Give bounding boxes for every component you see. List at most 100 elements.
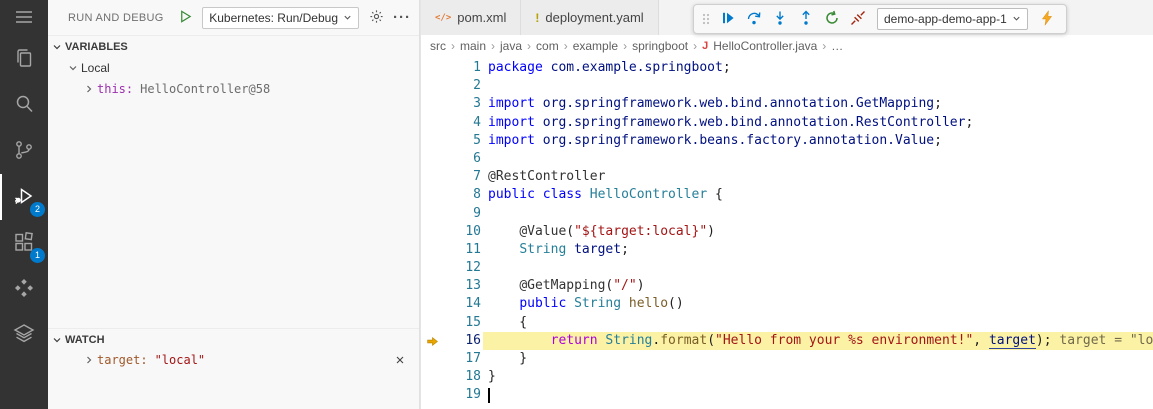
line-number[interactable]: 1 [441,59,481,77]
debug-sidebar: RUN AND DEBUG Kubernetes: Run/Debug ··· … [48,0,420,409]
code-token: @GetMapping [519,278,605,293]
line-number[interactable]: 8 [441,186,481,204]
code-token: org.springframework.beans.factory.annota… [543,133,934,148]
sidebar-item-cloud-code[interactable] [0,266,48,312]
line-number[interactable]: 17 [441,350,481,368]
breadcrumb-item[interactable]: example [573,39,618,53]
chevron-down-icon [52,42,62,52]
code-text: { [488,314,527,332]
code-line-11[interactable]: 11 String target; [421,241,1153,259]
remove-watch-button[interactable] [393,354,407,368]
code-line-8[interactable]: 8public class HelloController { [421,186,1153,204]
chevron-right-icon [84,84,94,94]
code-line-3[interactable]: 3import org.springframework.web.bind.ann… [421,95,1153,113]
debug-settings-button[interactable] [366,8,386,28]
code-area[interactable]: 1package com.example.springboot;23import… [421,57,1153,409]
line-number[interactable]: 2 [441,77,481,95]
code-line-5[interactable]: 5 import org.springframework.beans.factor… [421,132,1153,150]
step-out-button[interactable] [794,7,818,31]
code-token [566,296,574,311]
sidebar-item-run-debug[interactable]: 2 [0,174,48,220]
code-token: "${target:local}" [574,224,707,239]
line-number[interactable]: 15 [441,314,481,332]
lightning-bolt-icon [1039,10,1055,29]
breadcrumb-separator: › [822,39,826,53]
layers-icon [12,322,36,349]
breadcrumb-more[interactable]: … [831,39,843,53]
code-line-19[interactable]: 19 [421,386,1153,404]
line-number[interactable]: 10 [441,223,481,241]
menu-button[interactable] [0,0,48,36]
line-number[interactable]: 9 [441,205,481,223]
breadcrumb: src›main›java›com›example›springboot›JHe… [421,35,1153,57]
code-line-17[interactable]: 17 } [421,350,1153,368]
code-line-7[interactable]: 7@RestController [421,168,1153,186]
debug-session-dropdown[interactable]: demo-app-demo-app-1 [877,8,1028,30]
toolbar-drag-handle[interactable] [701,11,711,27]
restart-button[interactable] [820,7,844,31]
code-line-6[interactable]: 6 [421,150,1153,168]
code-line-14[interactable]: 14 public String hello() [421,295,1153,313]
line-number[interactable]: 6 [441,150,481,168]
variable-row-this[interactable]: this: HelloController@58 [48,79,419,99]
variables-scope-local[interactable]: Local [48,57,419,79]
breadcrumb-item[interactable]: springboot [632,39,688,53]
start-debugging-button[interactable] [175,8,195,28]
code-line-13[interactable]: 13 @GetMapping("/") [421,277,1153,295]
code-line-18[interactable]: 18} [421,368,1153,386]
launch-config-dropdown[interactable]: Kubernetes: Run/Debug [202,7,359,29]
continue-button[interactable] [716,7,740,31]
chevron-down-icon [68,63,78,73]
code-line-16[interactable]: 16 return String.format("Hello from your… [421,332,1153,350]
code-text: @GetMapping("/") [488,277,645,295]
sidebar-item-search[interactable] [0,82,48,128]
code-text: import org.springframework.beans.factory… [488,132,942,150]
step-into-button[interactable] [768,7,792,31]
code-token [488,296,519,311]
sidebar-item-extensions[interactable]: 1 [0,220,48,266]
cloud-code-action-button[interactable] [1035,7,1059,31]
code-token: String [519,242,566,257]
code-line-1[interactable]: 1package com.example.springboot; [421,59,1153,77]
line-number[interactable]: 19 [441,386,481,404]
tab-deployment-yaml[interactable]: ! deployment.yaml [521,0,658,35]
breadcrumb-item[interactable]: src [430,39,446,53]
breadcrumb-item[interactable]: main [460,39,486,53]
line-number[interactable]: 5 [441,132,481,150]
watch-section-header[interactable]: WATCH [48,328,419,350]
code-line-2[interactable]: 2 [421,77,1153,95]
views-more-actions-button[interactable]: ··· [393,9,411,26]
code-token: () [668,296,684,311]
code-token [543,60,551,75]
breadcrumb-file[interactable]: HelloController.java [713,39,817,53]
sidebar-item-explorer[interactable] [0,36,48,82]
step-over-button[interactable] [742,7,766,31]
code-line-9[interactable]: 9 [421,205,1153,223]
code-token: class [543,187,582,202]
breadcrumb-item[interactable]: java [500,39,522,53]
disconnect-button[interactable] [846,7,870,31]
code-line-10[interactable]: 10 @Value("${target:local}") [421,223,1153,241]
breadcrumb-separator: › [564,39,568,53]
line-number[interactable]: 18 [441,368,481,386]
line-number[interactable]: 13 [441,277,481,295]
line-number[interactable]: 16 [441,332,481,350]
code-line-15[interactable]: 15 { [421,314,1153,332]
tab-pom-xml[interactable]: </> pom.xml [421,0,521,35]
line-number[interactable]: 12 [441,259,481,277]
sidebar-item-kubernetes[interactable] [0,312,48,358]
variables-section-header[interactable]: VARIABLES [48,35,419,57]
watch-row-target[interactable]: target: "local" [48,350,419,370]
line-number[interactable]: 11 [441,241,481,259]
code-text: } [488,350,527,368]
code-line-12[interactable]: 12 [421,259,1153,277]
line-number[interactable]: 14 [441,295,481,313]
line-number[interactable]: 4 [441,114,481,132]
breadcrumb-item[interactable]: com [536,39,559,53]
sidebar-item-source-control[interactable] [0,128,48,174]
line-number[interactable]: 3 [441,95,481,113]
code-token [535,133,543,148]
code-line-4[interactable]: 4import org.springframework.web.bind.ann… [421,114,1153,132]
line-number[interactable]: 7 [441,168,481,186]
watch-section: WATCH target: "local" [48,328,419,370]
